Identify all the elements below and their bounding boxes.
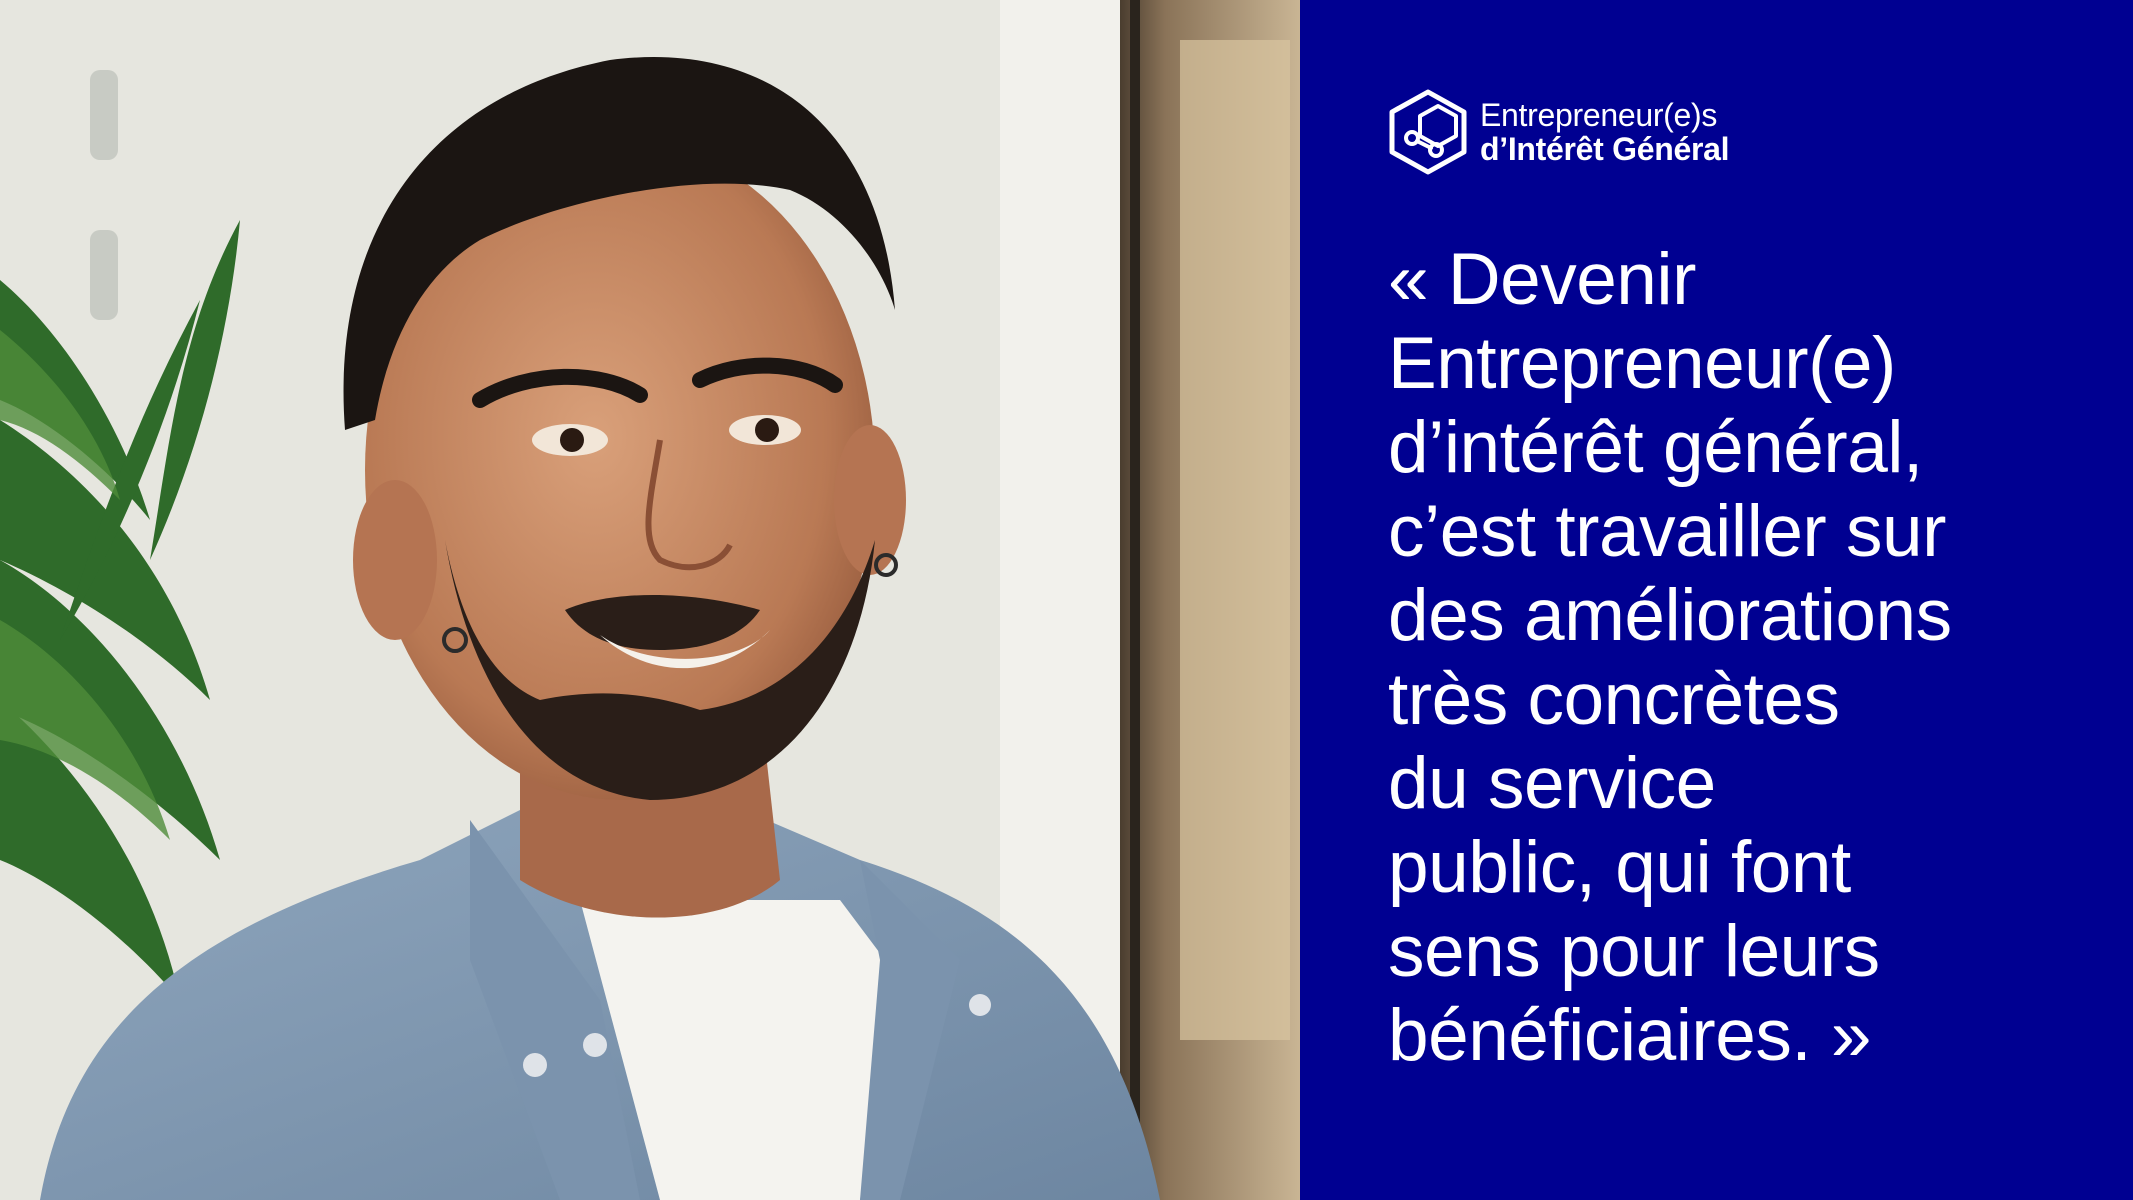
testimonial-quote: « Devenir Entrepreneur(e) d’intérêt géné…	[1388, 239, 1952, 1076]
brand-name-line-1: Entrepreneur(e)s	[1480, 97, 1718, 133]
hexagon-network-icon	[1386, 88, 1470, 176]
brand-name: Entrepreneur(e)s d’Intérêt Général	[1480, 97, 1730, 167]
portrait-illustration	[0, 0, 1300, 1200]
brand-name-line-2: d’Intérêt Général	[1480, 131, 1730, 167]
portrait-photo	[0, 0, 1300, 1200]
visual-card: Entrepreneur(e)s d’Intérêt Général « Dev…	[0, 0, 2133, 1200]
brand-logo-lockup: Entrepreneur(e)s d’Intérêt Général	[1386, 86, 1730, 178]
quote-panel: Entrepreneur(e)s d’Intérêt Général « Dev…	[1300, 0, 2133, 1200]
